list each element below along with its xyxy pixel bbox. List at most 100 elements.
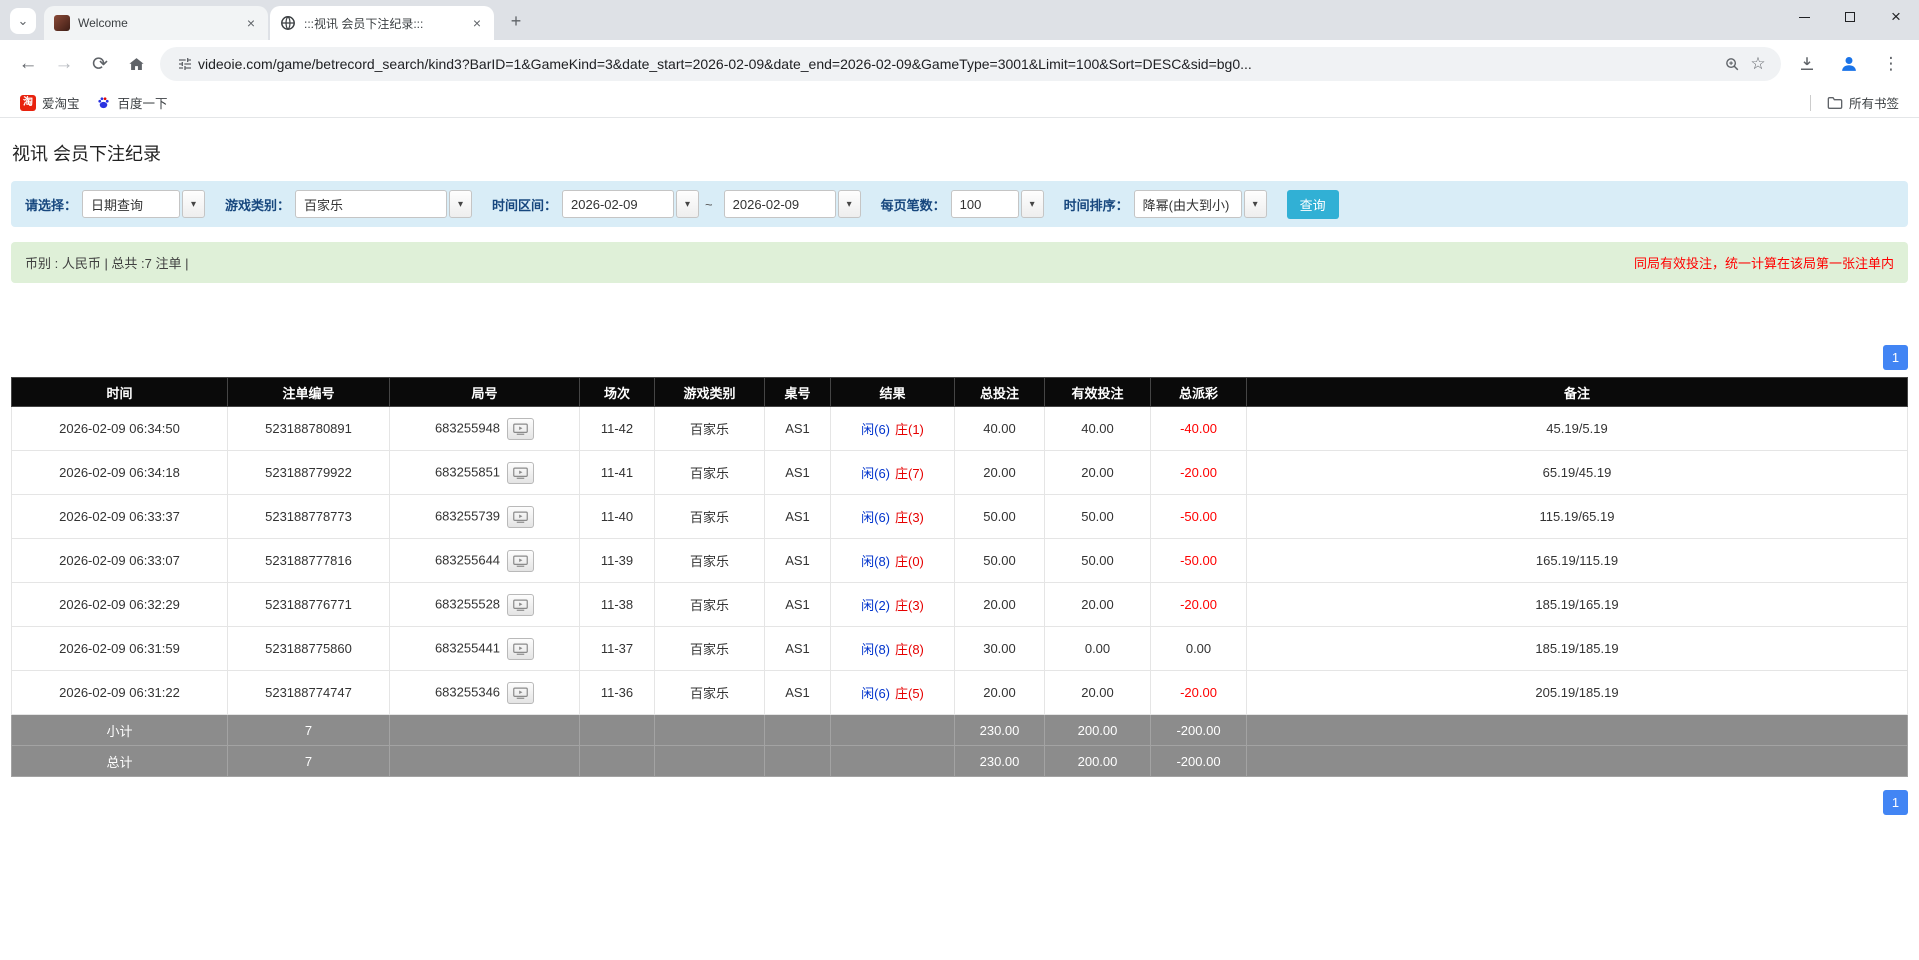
bookmark-item-taobao[interactable]: 淘 爱淘宝 xyxy=(12,90,88,115)
subtotal-row: 小计 7 230.00 200.00 -200.00 xyxy=(11,714,1908,746)
result-banker: 庄(3) xyxy=(895,510,924,525)
bet-records-table: 时间 注单编号 局号 场次 游戏类别 桌号 结果 总投注 有效投注 总派彩 备注 2026-02-0… xyxy=(11,377,1908,777)
maximize-icon xyxy=(1845,12,1855,22)
cell-payout: 0.00 xyxy=(1150,626,1247,671)
page-button-1[interactable]: 1 xyxy=(1883,345,1908,370)
cell-remark: 185.19/165.19 xyxy=(1246,582,1908,627)
tab-search-button[interactable]: ⌄ xyxy=(10,8,36,34)
column-header: 时间 xyxy=(11,377,228,407)
subtotal-label: 小计 xyxy=(11,714,228,746)
combo-arrow-button[interactable]: ▾ xyxy=(1020,190,1044,218)
table-row: 2026-02-09 06:33:37 523188778773 6832557… xyxy=(11,494,1908,539)
footer-empty-cell xyxy=(764,745,831,777)
cell-session: 11-42 xyxy=(579,406,655,451)
cell-valid-bet: 40.00 xyxy=(1044,406,1151,451)
pagination-top: 1 xyxy=(11,345,1908,370)
cell-total-bet[interactable]: 40.00 xyxy=(954,406,1045,451)
cell-payout: -40.00 xyxy=(1150,406,1247,451)
home-button[interactable] xyxy=(118,46,154,82)
cell-total-bet[interactable]: 50.00 xyxy=(954,494,1045,539)
cell-result: 闲(6) 庄(5) xyxy=(830,670,955,715)
sort-input[interactable] xyxy=(1133,190,1242,218)
cell-total-bet[interactable]: 20.00 xyxy=(954,582,1045,627)
result-banker: 庄(1) xyxy=(895,422,924,437)
cell-valid-bet: 20.00 xyxy=(1044,450,1151,495)
round-replay-button[interactable] xyxy=(507,681,535,704)
cell-result: 闲(6) 庄(3) xyxy=(830,494,955,539)
browser-tab-betrecord[interactable]: :::视讯 会员下注纪录::: × xyxy=(270,6,494,40)
reload-button[interactable]: ⟳ xyxy=(82,46,118,82)
cell-total-bet[interactable]: 30.00 xyxy=(954,626,1045,671)
subtotal-valid-bet: 200.00 xyxy=(1044,714,1151,746)
browser-menu-button[interactable]: ⋮ xyxy=(1873,46,1909,82)
combo-arrow-button[interactable]: ▾ xyxy=(449,190,473,218)
close-window-button[interactable]: × xyxy=(1873,0,1919,34)
round-replay-button[interactable] xyxy=(507,505,535,528)
tab-close-button[interactable]: × xyxy=(468,14,486,32)
date-end-input[interactable] xyxy=(723,190,836,218)
profile-avatar[interactable] xyxy=(1831,46,1867,82)
search-button[interactable]: 查询 xyxy=(1286,189,1339,219)
combo-arrow-button[interactable]: ▾ xyxy=(676,190,700,218)
downloads-button[interactable] xyxy=(1789,46,1825,82)
maximize-button[interactable] xyxy=(1827,0,1873,34)
filter-group-perpage: 每页笔数： ▾ xyxy=(881,190,1044,218)
per-page-input[interactable] xyxy=(950,190,1019,218)
per-page-combobox: ▾ xyxy=(950,190,1044,218)
cell-total-bet[interactable]: 20.00 xyxy=(954,670,1045,715)
subtotal-payout: -200.00 xyxy=(1150,714,1247,746)
cell-result: 闲(6) 庄(1) xyxy=(830,406,955,451)
subtotal-count: 7 xyxy=(227,714,390,746)
bookmark-item-baidu[interactable]: 百度一下 xyxy=(88,90,176,115)
round-replay-button[interactable] xyxy=(507,637,535,660)
minimize-button[interactable] xyxy=(1781,0,1827,34)
table-row: 2026-02-09 06:31:59 523188775860 6832554… xyxy=(11,626,1908,671)
total-row: 总计 7 230.00 200.00 -200.00 xyxy=(11,745,1908,777)
new-tab-button[interactable]: + xyxy=(502,7,530,35)
url-bar[interactable]: videoie.com/game/betrecord_search/kind3?… xyxy=(160,47,1781,81)
video-replay-icon xyxy=(513,687,528,699)
cell-game-kind: 百家乐 xyxy=(654,670,765,715)
cell-remark: 185.19/185.19 xyxy=(1246,626,1908,671)
cell-total-bet[interactable]: 20.00 xyxy=(954,450,1045,495)
page-button-1[interactable]: 1 xyxy=(1883,790,1908,815)
site-info-tune-icon[interactable] xyxy=(172,51,198,77)
cell-session: 11-37 xyxy=(579,626,655,671)
cell-valid-bet: 20.00 xyxy=(1044,670,1151,715)
cell-table-no: AS1 xyxy=(764,406,831,451)
round-replay-button[interactable] xyxy=(507,417,535,440)
round-replay-button[interactable] xyxy=(507,461,535,484)
cell-total-bet[interactable]: 50.00 xyxy=(954,538,1045,583)
bookmarks-right: 所有书签 xyxy=(1809,90,1907,115)
tab-close-button[interactable]: × xyxy=(242,14,260,32)
cell-bet-id: 523188777816 xyxy=(227,538,390,583)
result-player: 闲(2) xyxy=(861,598,890,613)
per-page-label: 每页笔数： xyxy=(880,197,946,213)
combo-arrow-button[interactable]: ▾ xyxy=(1243,190,1267,218)
footer-empty-cell xyxy=(1246,745,1908,777)
date-query-input[interactable] xyxy=(82,190,181,218)
round-replay-button[interactable] xyxy=(507,549,535,572)
date-start-input[interactable] xyxy=(562,190,675,218)
chevron-down-icon: ▾ xyxy=(1029,198,1035,210)
navigation-bar: ← → ⟳ videoie.com/game/betrecord_search/… xyxy=(0,40,1919,88)
forward-button[interactable]: → xyxy=(46,46,82,82)
footer-empty-cell xyxy=(579,714,655,746)
profile-icon xyxy=(1842,57,1856,71)
game-kind-input[interactable] xyxy=(295,190,448,218)
url-text[interactable]: videoie.com/game/betrecord_search/kind3?… xyxy=(198,56,1719,72)
browser-tab-welcome[interactable]: Welcome × xyxy=(44,6,268,40)
result-banker: 庄(8) xyxy=(895,642,924,657)
combo-arrow-button[interactable]: ▾ xyxy=(182,190,206,218)
bookmark-label: 爱淘宝 xyxy=(42,97,80,111)
bookmark-star-icon[interactable]: ☆ xyxy=(1745,51,1771,77)
cell-result: 闲(6) 庄(7) xyxy=(830,450,955,495)
cell-result: 闲(2) 庄(3) xyxy=(830,582,955,627)
sort-combobox: ▾ xyxy=(1133,190,1267,218)
combo-arrow-button[interactable]: ▾ xyxy=(837,190,861,218)
zoom-icon[interactable] xyxy=(1719,51,1745,77)
round-replay-button[interactable] xyxy=(507,593,535,616)
cell-time: 2026-02-09 06:31:22 xyxy=(11,670,228,715)
back-button[interactable]: ← xyxy=(10,46,46,82)
all-bookmarks-folder[interactable]: 所有书签 xyxy=(1819,90,1907,115)
